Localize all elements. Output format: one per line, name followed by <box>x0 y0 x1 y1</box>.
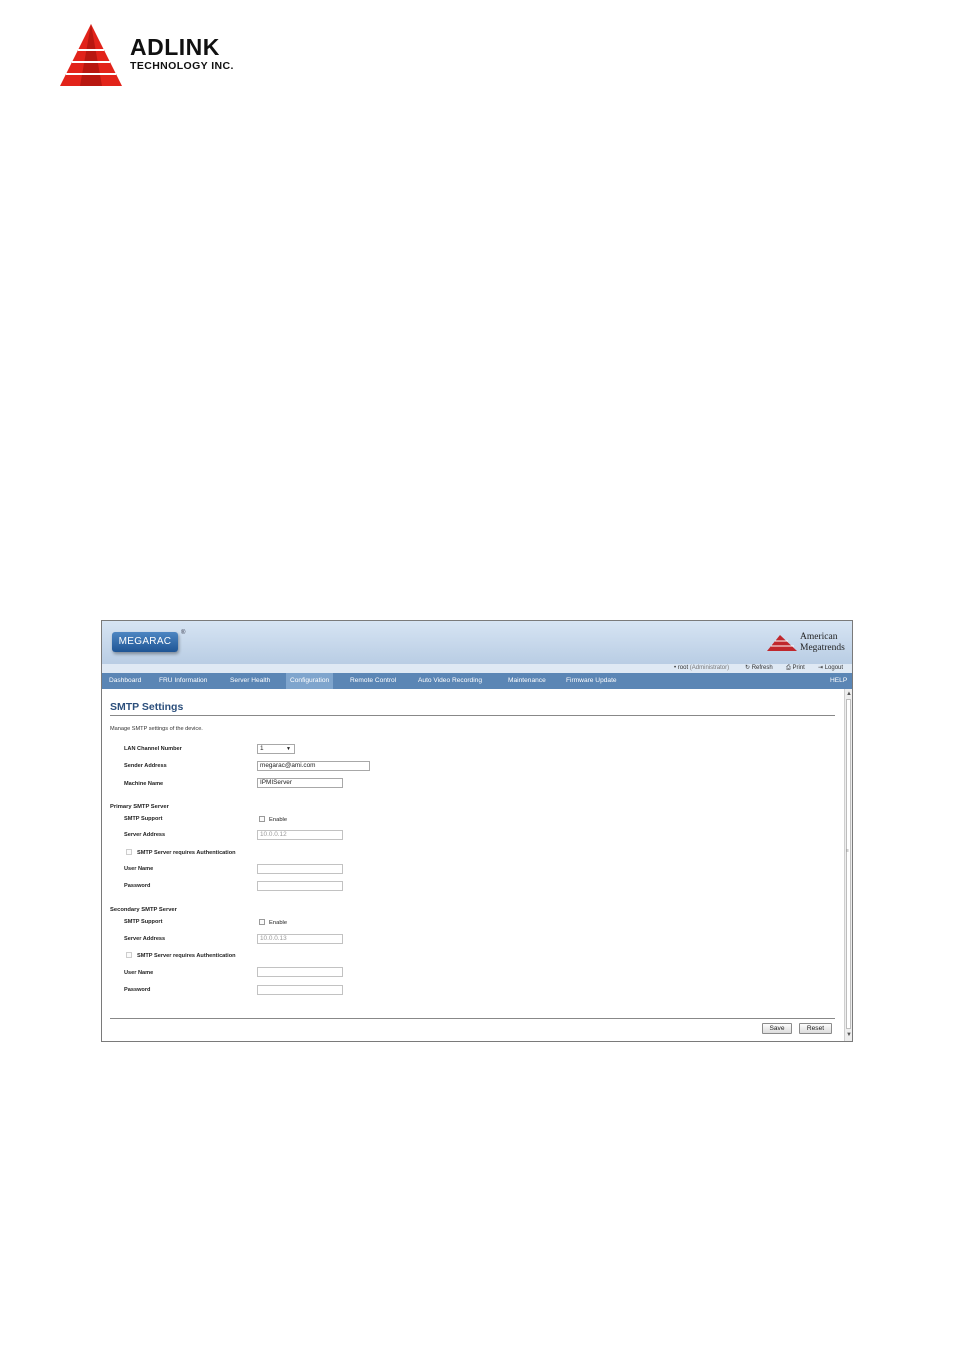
secondary-smtp-heading: Secondary SMTP Server <box>110 907 177 913</box>
nav-configuration[interactable]: Configuration <box>286 673 334 689</box>
megarac-logo: MEGARAC <box>112 632 178 652</box>
secondary-auth-label: SMTP Server requires Authentication <box>137 953 236 959</box>
primary-username-input[interactable] <box>257 864 343 874</box>
user-role: (Administrator) <box>689 665 730 671</box>
logout-icon: ⇥ <box>818 665 825 671</box>
adlink-brand-name: ADLINK <box>130 34 220 60</box>
secondary-password-input[interactable] <box>257 985 343 995</box>
user-bar: • root (Administrator) ↻ Refresh ⎙ Print… <box>102 664 852 673</box>
nav-server-health[interactable]: Server Health <box>226 673 274 689</box>
secondary-auth-checkbox[interactable] <box>126 952 132 958</box>
nav-maintenance[interactable]: Maintenance <box>504 673 550 689</box>
megarac-window: MEGARAC ® American Megatrends • root (Ad… <box>101 620 853 1042</box>
lan-channel-value: 1 <box>260 745 264 752</box>
print-label: Print <box>792 665 805 671</box>
secondary-server-address-label: Server Address <box>124 936 166 942</box>
user-indicator: • root (Administrator) <box>674 664 729 673</box>
footer-divider <box>110 1018 835 1019</box>
ami-logo: American Megatrends <box>766 631 850 657</box>
primary-password-input[interactable] <box>257 881 343 891</box>
primary-smtp-support-label: SMTP Support <box>124 816 163 822</box>
primary-server-address-input[interactable]: 10.0.0.12 <box>257 830 343 840</box>
sender-address-input[interactable]: megarac@ami.com <box>257 761 370 771</box>
ami-name-line1: American <box>800 632 838 642</box>
nav-remote-control[interactable]: Remote Control <box>346 673 400 689</box>
nav-auto-video-recording[interactable]: Auto Video Recording <box>414 673 486 689</box>
secondary-username-label: User Name <box>124 970 154 976</box>
page-title: SMTP Settings <box>110 701 184 713</box>
title-divider <box>110 715 835 716</box>
page-description: Manage SMTP settings of the device. <box>110 726 203 732</box>
secondary-password-label: Password <box>124 987 151 993</box>
nav-help[interactable]: HELP <box>826 673 851 689</box>
secondary-enable-checkbox[interactable] <box>259 919 265 925</box>
adlink-brand-subtitle: TECHNOLOGY INC. <box>130 60 234 72</box>
ami-pyramid-icon <box>767 635 797 651</box>
scroll-grip-icon: ≡ <box>846 848 849 854</box>
secondary-server-address-input[interactable]: 10.0.0.13 <box>257 934 343 944</box>
adlink-triangle-icon <box>60 24 122 86</box>
primary-username-label: User Name <box>124 866 154 872</box>
chevron-down-icon: ▼ <box>286 746 291 752</box>
primary-auth-label: SMTP Server requires Authentication <box>137 850 236 856</box>
scrollbar-thumb[interactable] <box>846 699 851 1029</box>
primary-enable-label: Enable <box>269 817 288 823</box>
save-button[interactable]: Save <box>762 1023 792 1034</box>
primary-smtp-heading: Primary SMTP Server <box>110 804 169 810</box>
refresh-icon: ↻ <box>745 665 752 671</box>
logout-link[interactable]: ⇥ Logout <box>818 664 843 673</box>
app-banner: MEGARAC ® American Megatrends <box>102 621 852 664</box>
primary-server-address-label: Server Address <box>124 832 166 838</box>
lan-channel-label: LAN Channel Number <box>124 746 182 752</box>
machine-name-label: Machine Name <box>124 781 164 787</box>
vertical-scrollbar[interactable]: ▲ ≡ ▼ <box>844 689 852 1041</box>
scroll-up-icon[interactable]: ▲ <box>846 691 852 697</box>
nav-dashboard[interactable]: Dashboard <box>105 673 145 689</box>
secondary-enable-label: Enable <box>269 920 288 926</box>
machine-name-input[interactable]: IPMIServer <box>257 778 343 788</box>
ami-name-line2: Megatrends <box>800 643 845 653</box>
registered-mark: ® <box>181 630 186 636</box>
print-link[interactable]: ⎙ Print <box>786 664 805 673</box>
refresh-link[interactable]: ↻ Refresh <box>745 664 773 673</box>
main-content: SMTP Settings Manage SMTP settings of th… <box>102 689 844 1041</box>
user-name: root <box>677 665 689 671</box>
primary-auth-checkbox[interactable] <box>126 849 132 855</box>
reset-button[interactable]: Reset <box>799 1023 832 1034</box>
secondary-username-input[interactable] <box>257 967 343 977</box>
nav-fru-information[interactable]: FRU Information <box>155 673 211 689</box>
nav-firmware-update[interactable]: Firmware Update <box>562 673 621 689</box>
primary-enable-checkbox[interactable] <box>259 816 265 822</box>
primary-password-label: Password <box>124 883 151 889</box>
scroll-down-icon[interactable]: ▼ <box>846 1032 852 1038</box>
secondary-smtp-support-label: SMTP Support <box>124 919 163 925</box>
adlink-logo: ADLINK TECHNOLOGY INC. <box>58 22 278 88</box>
lan-channel-select[interactable]: 1 ▼ <box>257 744 295 754</box>
sender-address-label: Sender Address <box>124 763 167 769</box>
refresh-label: Refresh <box>751 665 773 671</box>
logout-label: Logout <box>824 665 844 671</box>
main-nav: Dashboard FRU Information Server Health … <box>102 673 852 689</box>
